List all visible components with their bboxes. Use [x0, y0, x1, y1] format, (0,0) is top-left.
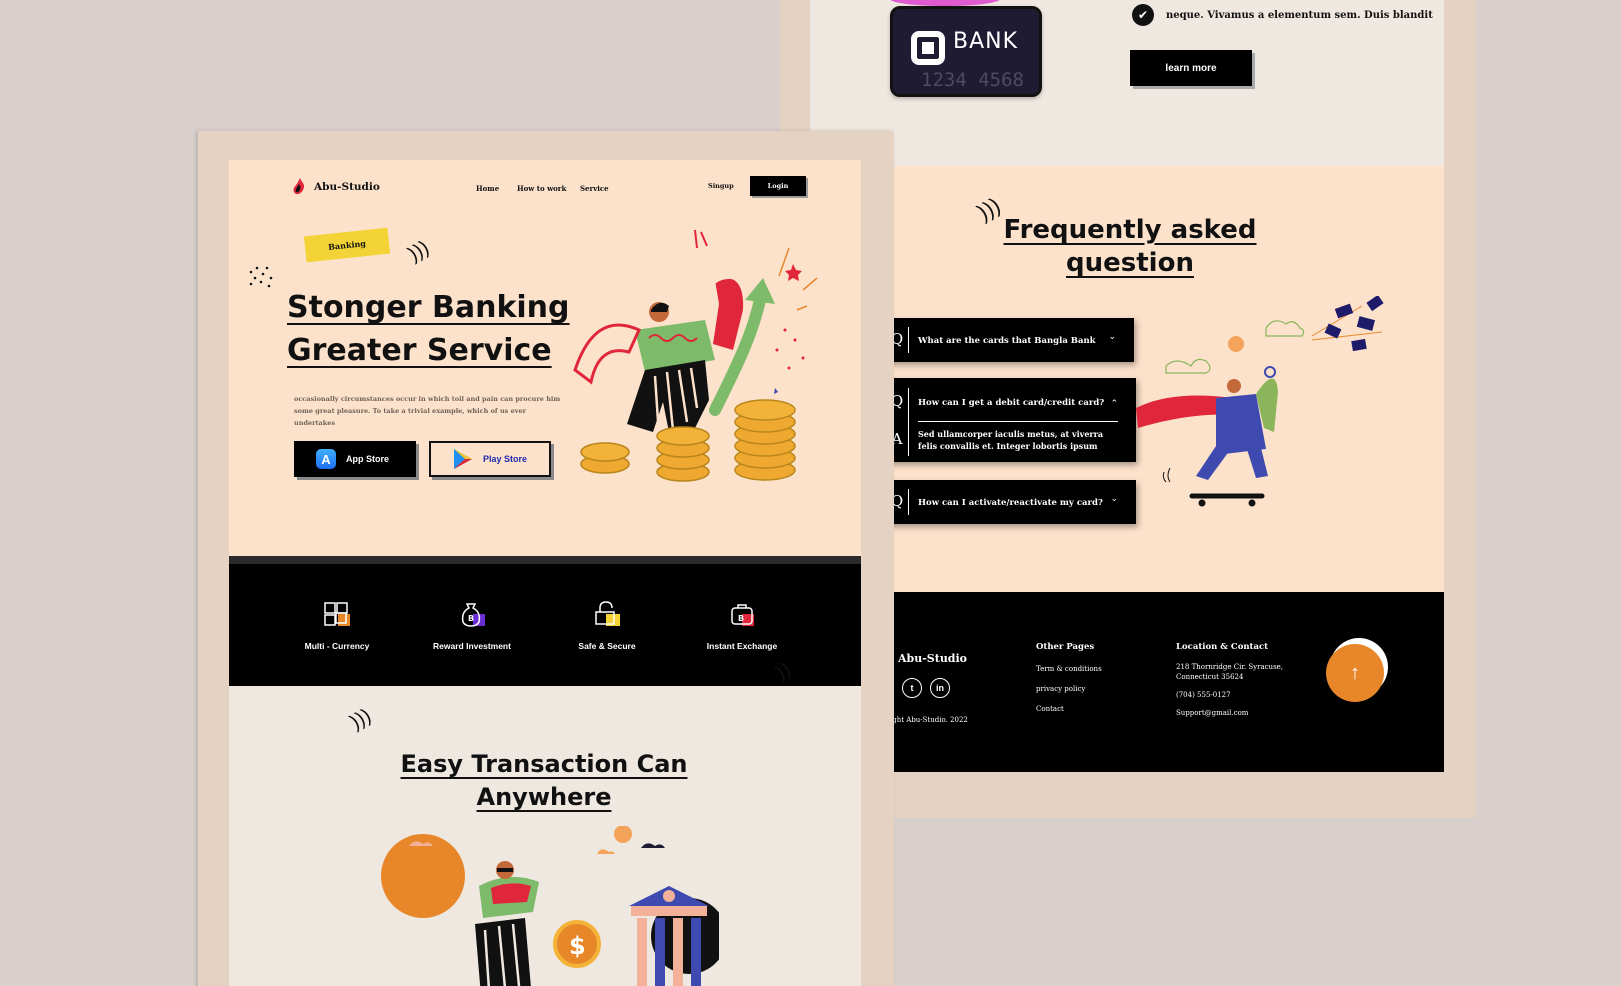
- divider: [908, 327, 909, 353]
- linkedin-icon[interactable]: in: [930, 678, 950, 698]
- hero-title: Stonger Banking Greater Service: [287, 286, 570, 372]
- feature-check-text: neque. Vivamus a elementum sem. Duis bla…: [1166, 9, 1433, 21]
- nav-logo[interactable]: Abu-Studio: [292, 178, 380, 196]
- check-icon: ✔: [1132, 4, 1154, 26]
- feature-reward-investment: B Reward Investment: [402, 600, 542, 651]
- flame-logo-icon: [293, 178, 305, 195]
- bank-card-number: 1234 4568: [921, 69, 1024, 91]
- hero-illustration: [573, 229, 818, 482]
- address-line-1: 218 Thornridge Cir. Syracuse,: [1176, 663, 1284, 671]
- banking-tag: Banking: [303, 227, 391, 263]
- faq-question: How can I activate/reactivate my card?: [918, 498, 1103, 508]
- svg-text:B: B: [738, 614, 744, 623]
- app-store-icon: A: [316, 449, 336, 469]
- copyright: ight Abu-Studio. 2022: [890, 716, 968, 724]
- lock-icon: [595, 601, 620, 626]
- play-store-button[interactable]: Play Store: [429, 441, 551, 477]
- card-chip-icon: [911, 31, 945, 65]
- faq-item-2-expanded[interactable]: Q How can I get a debit card/credit card…: [886, 378, 1136, 462]
- learn-more-button[interactable]: learn more: [1130, 50, 1252, 86]
- feature-label: Multi - Currency: [304, 641, 370, 651]
- bank-card-name: BANK: [953, 29, 1019, 54]
- skater-illustration: [1136, 296, 1384, 507]
- footer-link-privacy[interactable]: privacy policy: [1036, 684, 1085, 694]
- hero-title-line-1: Stonger Banking: [287, 290, 570, 325]
- signup-link[interactable]: Singup: [708, 182, 734, 190]
- faq-section: ))) Frequently asked question Q What are…: [810, 166, 1444, 592]
- easy-transaction-title: Easy Transaction Can Anywhere: [379, 748, 709, 814]
- chevron-down-icon[interactable]: ⌄: [1110, 493, 1118, 504]
- twitter-icon[interactable]: t: [902, 678, 922, 698]
- arrow-up-icon: ↑: [1350, 661, 1360, 684]
- chevron-up-icon[interactable]: ⌃: [1110, 398, 1118, 409]
- divider: [908, 388, 909, 456]
- front-mockup-frame: Abu-Studio Home How to work Service Sing…: [198, 131, 894, 986]
- hero-section: Abu-Studio Home How to work Service Sing…: [229, 160, 861, 556]
- divider: [918, 421, 1118, 422]
- feature-check-row: ✔ neque. Vivamus a elementum sem. Duis b…: [1132, 4, 1433, 26]
- play-store-icon: [454, 449, 472, 469]
- feature-instant-exchange: B Instant Exchange: [672, 600, 812, 651]
- dots-decoration: [249, 266, 273, 288]
- feature-safe-secure: Safe & Secure: [537, 600, 677, 651]
- scroll-to-top-button[interactable]: ↑: [1326, 644, 1384, 702]
- other-pages-title: Other Pages: [1036, 642, 1095, 652]
- footer-link-terms[interactable]: Term & conditions: [1036, 664, 1102, 674]
- faq-answer: Sed ullamcorper iaculis metus, at viverr…: [918, 429, 1104, 451]
- divider: [908, 489, 909, 515]
- location-title: Location & Contact: [1176, 642, 1269, 652]
- front-page: Abu-Studio Home How to work Service Sing…: [229, 160, 861, 986]
- feature-label: Instant Exchange: [706, 641, 778, 651]
- currency-exchange-icon: [324, 602, 350, 626]
- chevron-down-icon[interactable]: ⌄: [1108, 331, 1116, 342]
- brand-name: Abu-Studio: [314, 181, 380, 193]
- nav-link-service[interactable]: Service: [580, 184, 609, 193]
- phone-number: (704) 555-0127: [1176, 691, 1231, 699]
- feature-label: Safe & Secure: [578, 641, 636, 651]
- play-store-label: Play Store: [483, 454, 528, 464]
- nav-link-home[interactable]: Home: [476, 184, 499, 193]
- feature-multi-currency: Multi - Currency: [267, 600, 407, 651]
- money-bag-icon: B: [461, 603, 485, 627]
- faq-question: What are the cards that Bangla Bank: [918, 336, 1096, 346]
- easy-transaction-illustration: $: [381, 826, 719, 986]
- svg-text:$: $: [569, 932, 586, 960]
- email-address[interactable]: Support@gmail.com: [1176, 708, 1248, 718]
- hero-description: occasionally circumstances occur in whic…: [294, 395, 561, 427]
- hero-title-line-2: Greater Service: [287, 333, 552, 368]
- faq-item-3[interactable]: Q How can I activate/reactivate my card?…: [886, 480, 1136, 524]
- faq-question: How can I get a debit card/credit card?: [918, 398, 1105, 408]
- easy-title-line-1: Easy Transaction Can: [400, 750, 688, 778]
- footer: Abu-Studio t in ight Abu-Studio. 2022 Ot…: [810, 592, 1444, 772]
- app-store-label: App Store: [346, 454, 390, 464]
- social-links: t in: [902, 678, 950, 698]
- bank-card-illustration: BANK 1234 4568: [890, 6, 1042, 97]
- features-bar: Multi - Currency B Reward Investment Saf…: [229, 556, 861, 686]
- swoosh-icon: ))): [346, 704, 375, 734]
- feature-label: Reward Investment: [433, 641, 511, 651]
- faq-item-1[interactable]: Q What are the cards that Bangla Bank ⌄: [886, 318, 1134, 362]
- back-page: BANK 1234 4568 ✔ neque. Vivamus a elemen…: [810, 0, 1444, 772]
- swoosh-icon: ))): [404, 236, 433, 266]
- briefcase-icon: B: [731, 604, 754, 626]
- easy-title-line-2: Anywhere: [476, 783, 612, 811]
- svg-text:B: B: [468, 614, 474, 623]
- footer-brand: Abu-Studio: [898, 652, 968, 665]
- app-store-button[interactable]: A App Store: [294, 441, 416, 477]
- login-button[interactable]: Login: [750, 176, 806, 196]
- nav-link-how-to-work[interactable]: How to work: [517, 184, 566, 193]
- address-line-2: Connecticut 35624: [1176, 673, 1244, 681]
- footer-link-contact[interactable]: Contact: [1036, 704, 1064, 714]
- faq-title: Frequently asked question: [1003, 215, 1257, 278]
